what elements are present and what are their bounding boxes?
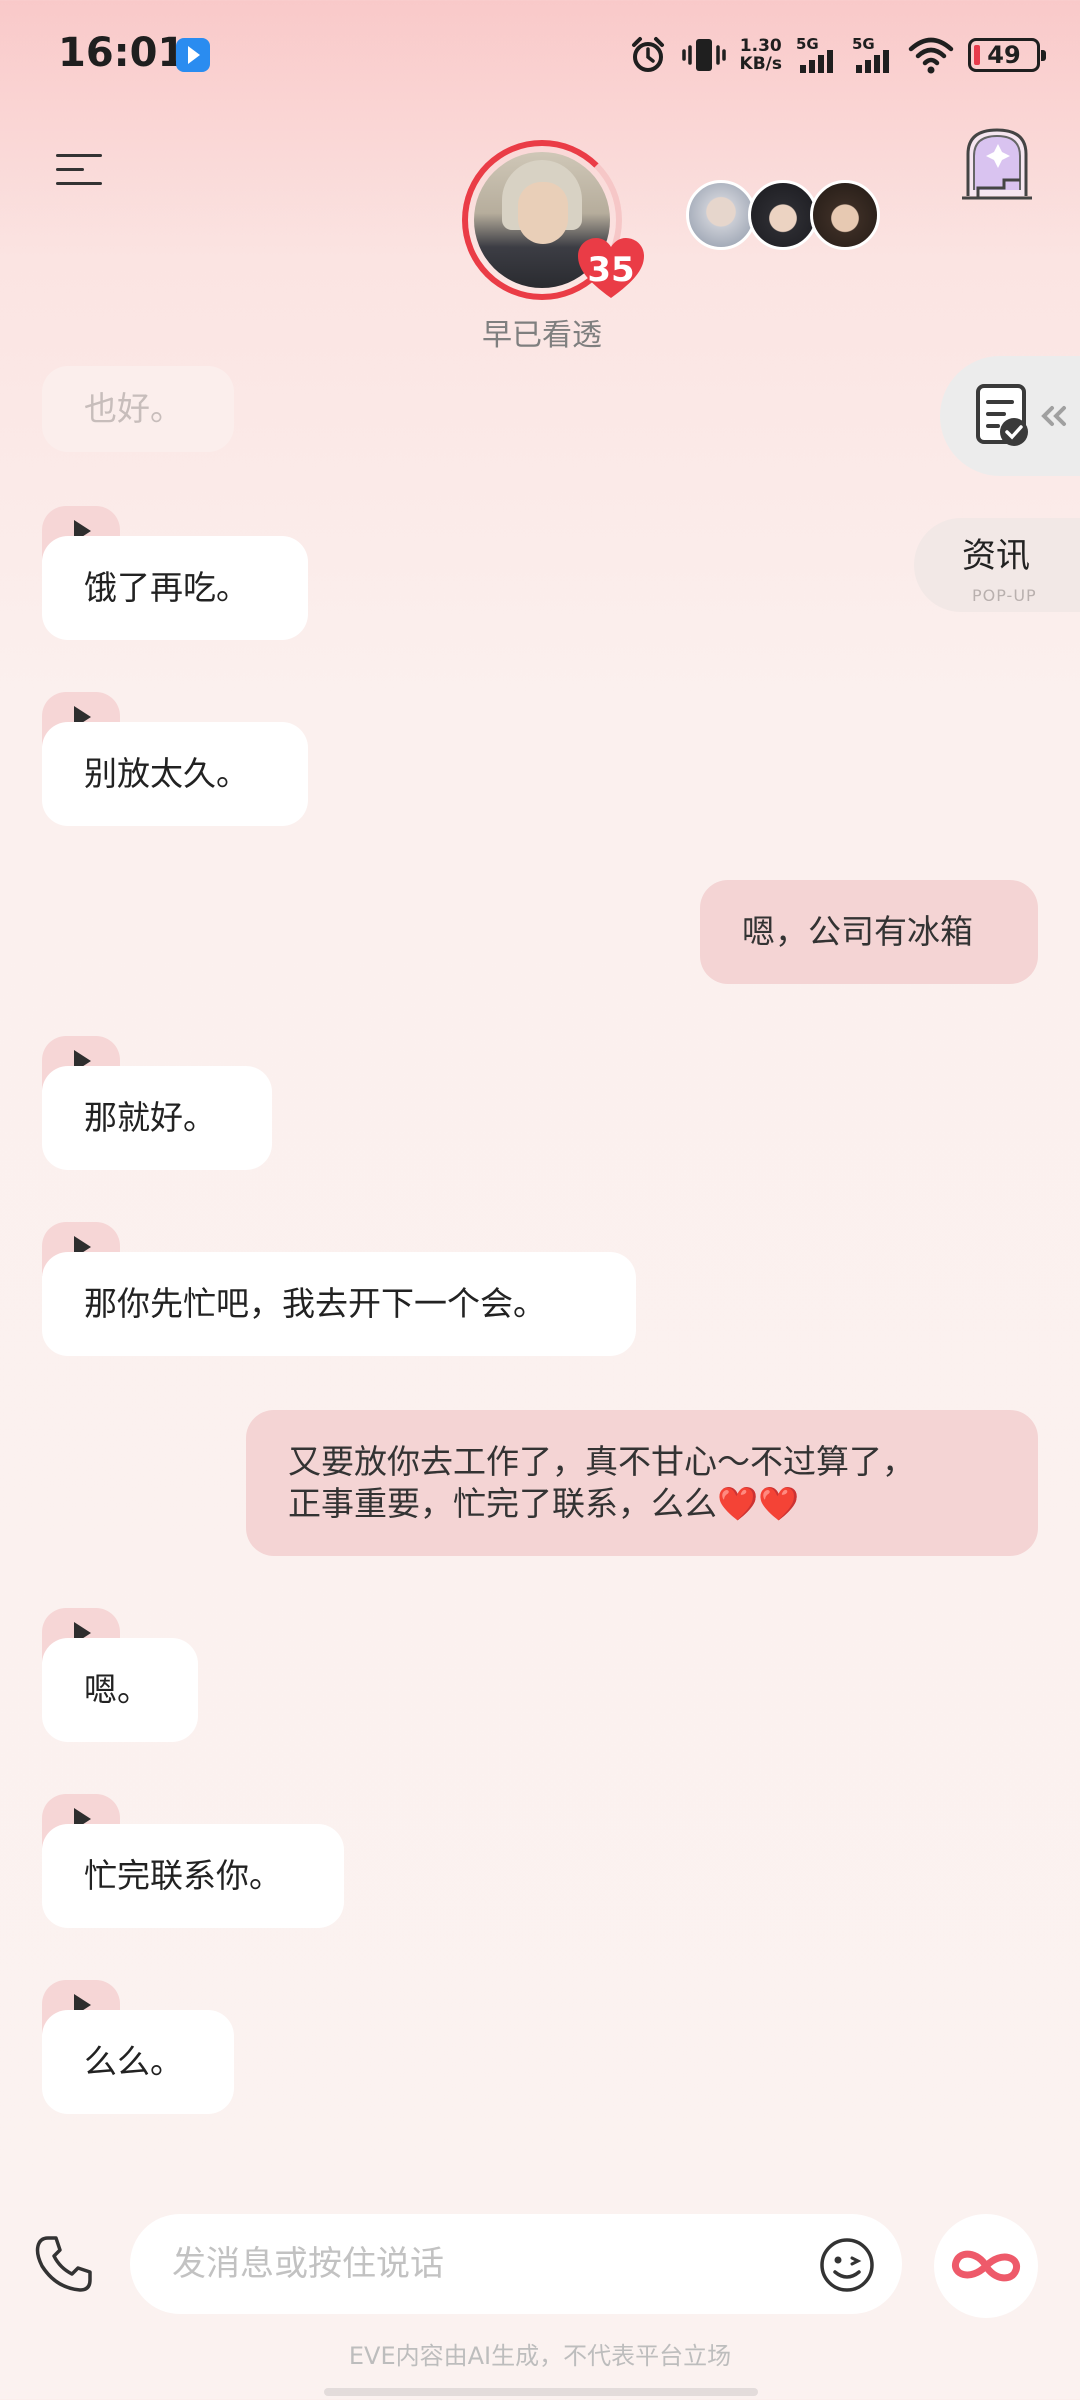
signal-icon: 5G bbox=[796, 35, 838, 75]
home-indicator[interactable] bbox=[324, 2388, 758, 2396]
status-time: 16:01 bbox=[58, 30, 186, 76]
net-speed: 1.30 KB/s bbox=[740, 37, 782, 73]
character-avatar[interactable]: 35 bbox=[462, 140, 644, 300]
alarm-icon bbox=[631, 37, 664, 72]
ai-message: 忙完联系你。 bbox=[42, 1824, 344, 1928]
ai-message: 也好。 bbox=[42, 366, 234, 452]
signal-icon-2: 5G bbox=[852, 35, 894, 75]
user-message: 又要放你去工作了，真不甘心～不过算了， 正事重要，忙完了联系，么么❤️❤️ bbox=[246, 1410, 1038, 1556]
phone-icon[interactable] bbox=[32, 2232, 96, 2296]
character-avatar-mini-2[interactable] bbox=[748, 180, 818, 250]
menu-button[interactable] bbox=[56, 150, 102, 190]
battery-icon: 49 bbox=[968, 38, 1046, 72]
message-text: 嗯，公司有冰箱 bbox=[742, 912, 973, 951]
infinity-icon bbox=[952, 2250, 1020, 2282]
message-text: 嗯。 bbox=[84, 1670, 150, 1709]
status-bar: 16:01 1.30 KB/s 5G 5G 49 bbox=[0, 0, 1080, 110]
character-avatar-mini-1[interactable] bbox=[686, 180, 756, 250]
message-text: 么么。 bbox=[84, 2042, 183, 2081]
news-label: 资讯 bbox=[962, 536, 1030, 576]
user-message: 嗯，公司有冰箱 bbox=[700, 880, 1038, 984]
ai-message: 饿了再吃。 bbox=[42, 536, 308, 640]
room-door-icon[interactable] bbox=[958, 124, 1036, 204]
message-text: 也好。 bbox=[84, 389, 183, 428]
character-status: 早已看透 bbox=[482, 318, 602, 353]
vibrate-icon bbox=[681, 39, 726, 71]
news-popup-button[interactable]: 资讯 POP-UP bbox=[914, 518, 1080, 612]
message-text: 饿了再吃。 bbox=[84, 568, 249, 607]
emoji-icon[interactable] bbox=[818, 2236, 876, 2294]
affection-level: 35 bbox=[587, 250, 635, 290]
net-speed-value: 1.30 bbox=[739, 36, 782, 56]
other-characters[interactable] bbox=[686, 180, 886, 252]
wifi-icon bbox=[908, 37, 954, 74]
message-text: 忙完联系你。 bbox=[84, 1856, 282, 1895]
ai-message: 么么。 bbox=[42, 2010, 234, 2114]
message-text: 别放太久。 bbox=[84, 754, 249, 793]
news-sub-label: POP-UP bbox=[972, 586, 1037, 605]
message-input[interactable] bbox=[172, 2239, 732, 2289]
character-avatar-mini-3[interactable] bbox=[810, 180, 880, 250]
document-check-icon bbox=[976, 384, 1066, 446]
ai-message: 嗯。 bbox=[42, 1638, 198, 1742]
message-input-container[interactable] bbox=[130, 2214, 902, 2314]
net-speed-unit: KB/s bbox=[739, 54, 782, 74]
app-notification-icon bbox=[176, 38, 210, 72]
status-icons: 1.30 KB/s 5G 5G 49 bbox=[628, 30, 1046, 80]
message-text: 又要放你去工作了，真不甘心～不过算了， 正事重要，忙完了联系，么么❤️❤️ bbox=[288, 1442, 915, 1523]
message-text: 那就好。 bbox=[84, 1098, 216, 1137]
ai-mode-button[interactable] bbox=[934, 2214, 1038, 2318]
ai-message: 那就好。 bbox=[42, 1066, 272, 1170]
ai-message: 别放太久。 bbox=[42, 722, 308, 826]
ai-message: 那你先忙吧，我去开下一个会。 bbox=[42, 1252, 636, 1356]
message-text: 那你先忙吧，我去开下一个会。 bbox=[84, 1284, 546, 1323]
ai-disclaimer: EVE内容由AI生成，不代表平台立场 bbox=[348, 2342, 732, 2370]
battery-level: 49 bbox=[987, 41, 1021, 69]
task-list-button[interactable] bbox=[940, 356, 1080, 476]
affection-badge: 35 bbox=[576, 236, 646, 302]
